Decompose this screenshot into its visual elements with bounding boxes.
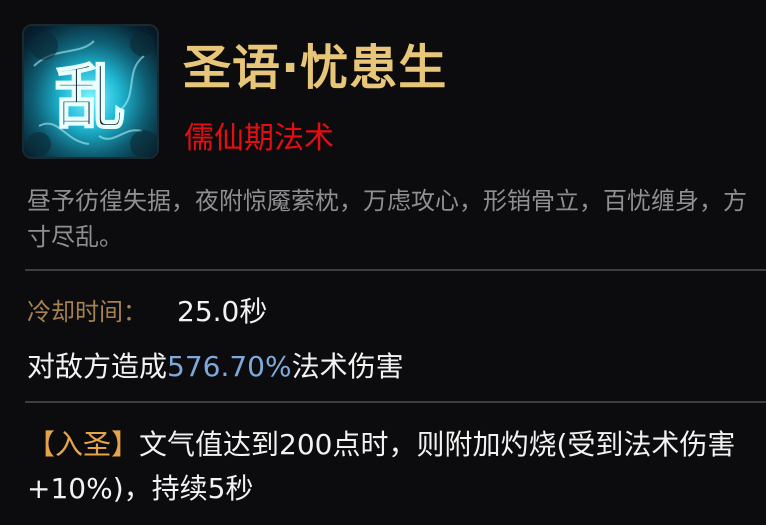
skill-name: 圣语·忧患生 xyxy=(183,40,448,96)
passive-tag: 【入圣】 xyxy=(27,428,140,461)
damage-value: 576.70% xyxy=(167,350,292,383)
chaos-glyph-icon: 乱 xyxy=(24,26,157,157)
skill-category: 儒仙期法术 xyxy=(184,121,334,156)
icon-glyph: 乱 xyxy=(55,56,125,139)
damage-prefix: 对敌方造成 xyxy=(27,350,168,383)
divider xyxy=(25,401,766,403)
damage-suffix: 法术伤害 xyxy=(291,350,404,383)
cooldown-value: 25.0秒 xyxy=(177,295,268,328)
damage-line: 对敌方造成576.70%法术伤害 xyxy=(27,345,404,385)
skill-tooltip: 乱 圣语·忧患生 儒仙期法术 昼予彷徨失据，夜附惊魇萦枕，万虑攻心，形销骨立，百… xyxy=(0,0,766,525)
divider xyxy=(25,269,766,271)
skill-description: 昼予彷徨失据，夜附惊魇萦枕，万虑攻心，形销骨立，百忧缠身，方寸尽乱。 xyxy=(27,187,747,251)
passive-effect: 【入圣】文气值达到200点时，则附加灼烧(受到法术伤害+10%)，持续5秒 xyxy=(27,423,762,511)
cooldown-label: 冷却时间： xyxy=(27,298,147,326)
